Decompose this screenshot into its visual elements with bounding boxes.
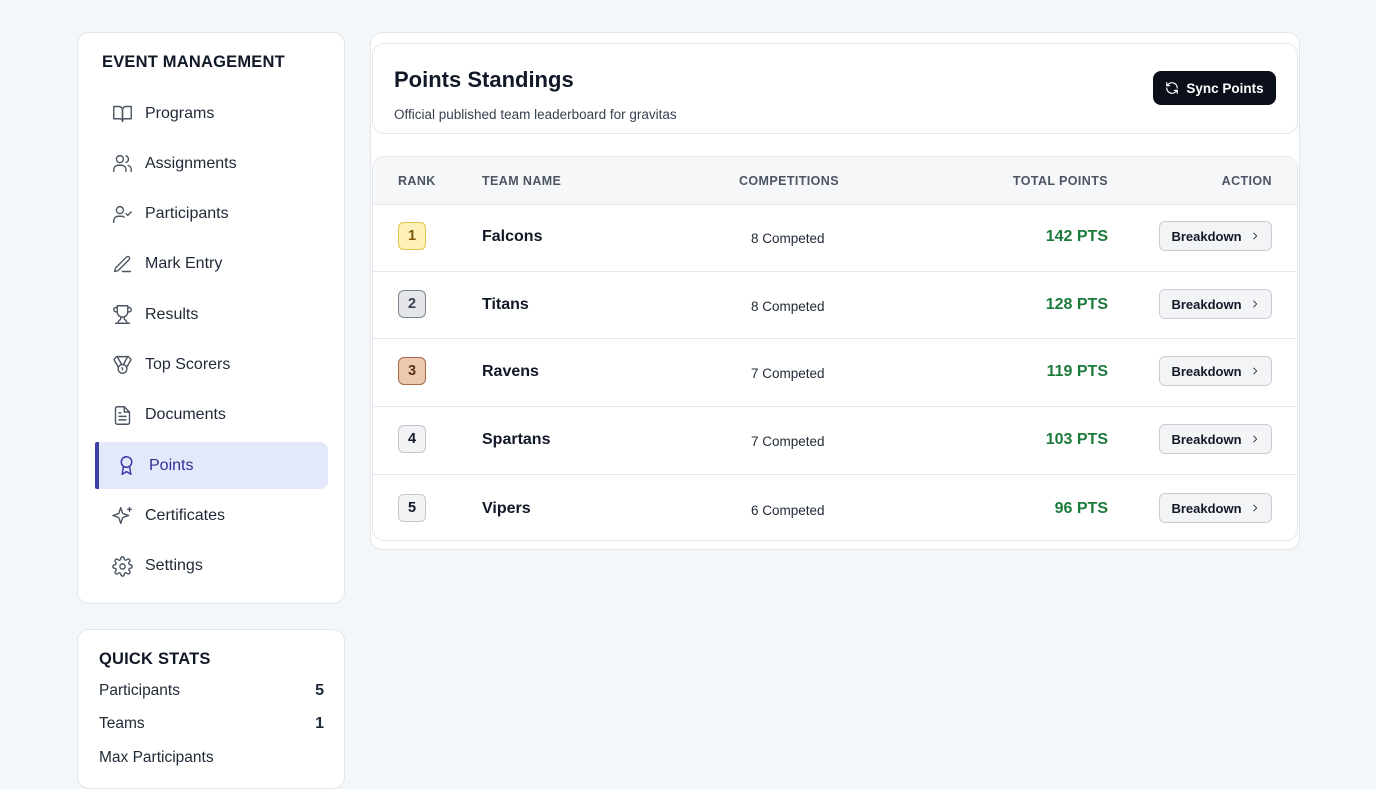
- users-icon: [111, 153, 133, 175]
- team-name: Spartans: [482, 431, 551, 448]
- stat-row-participants: Participants 5: [99, 682, 324, 700]
- table-row: 5 Vipers 6 Competed 96 PTS Breakdown: [373, 474, 1297, 540]
- sidebar-item-label: Participants: [145, 205, 229, 223]
- column-header-action: ACTION: [1221, 174, 1272, 188]
- rank-badge: 3: [398, 357, 426, 385]
- table-row: 4 Spartans 7 Competed 103 PTS Breakdown: [373, 406, 1297, 475]
- breakdown-button[interactable]: Breakdown: [1159, 289, 1272, 319]
- sidebar-title: EVENT MANAGEMENT: [102, 53, 285, 71]
- sidebar-item-programs[interactable]: Programs: [95, 90, 328, 137]
- sidebar-item-assignments[interactable]: Assignments: [95, 140, 328, 187]
- column-header-total-points: TOTAL POINTS: [1012, 174, 1108, 188]
- competitions-count: 7 Competed: [751, 366, 825, 381]
- sidebar-item-label: Programs: [145, 104, 215, 122]
- chevron-right-icon: [1252, 367, 1257, 375]
- breakdown-button[interactable]: Breakdown: [1159, 424, 1272, 454]
- sidebar-item-results[interactable]: Results: [95, 291, 328, 338]
- pencil-icon: [111, 253, 133, 275]
- table-header: RANK TEAM NAME COMPETITIONS TOTAL POINTS…: [373, 157, 1297, 205]
- rank-badge: 2: [398, 290, 426, 318]
- chevron-right-icon: [1252, 300, 1257, 308]
- breakdown-label: Breakdown: [1171, 500, 1242, 516]
- rank-badge: 1: [398, 222, 426, 250]
- sidebar-item-documents[interactable]: Documents: [95, 392, 328, 439]
- breakdown-label: Breakdown: [1171, 363, 1242, 379]
- sidebar-item-label: Results: [145, 305, 199, 323]
- standings-table: RANK TEAM NAME COMPETITIONS TOTAL POINTS…: [372, 156, 1298, 541]
- sidebar-item-label: Documents: [145, 406, 226, 424]
- page-subtitle: Official published team leaderboard for …: [394, 107, 677, 122]
- team-name: Ravens: [482, 363, 539, 380]
- column-header-rank: RANK: [398, 174, 436, 188]
- breakdown-button[interactable]: Breakdown: [1159, 493, 1272, 523]
- breakdown-label: Breakdown: [1171, 431, 1242, 447]
- trophy-icon: [111, 304, 133, 326]
- team-name: Titans: [482, 296, 529, 313]
- competitions-count: 7 Competed: [751, 434, 825, 449]
- breakdown-label: Breakdown: [1171, 296, 1242, 312]
- column-header-team: TEAM NAME: [482, 174, 562, 188]
- award-icon: [115, 455, 137, 477]
- total-points: 96 PTS: [1054, 500, 1108, 517]
- stat-label: Max Participants: [99, 749, 214, 766]
- stat-label: Participants: [99, 682, 180, 699]
- team-name: Falcons: [482, 228, 543, 245]
- chevron-right-icon: [1252, 504, 1257, 512]
- stat-row-max-participants: Max Participants: [99, 749, 324, 767]
- sync-points-label: Sync Points: [1186, 80, 1264, 96]
- sidebar-item-points[interactable]: Points: [95, 442, 328, 490]
- quick-stats-panel: QUICK STATS Participants 5 Teams 1 Max P…: [77, 629, 345, 789]
- gear-icon: [111, 555, 133, 577]
- file-text-icon: [111, 404, 133, 426]
- sidebar-item-top-scorers[interactable]: Top Scorers: [95, 341, 328, 388]
- competitions-count: 6 Competed: [751, 503, 825, 518]
- chevron-right-icon: [1252, 232, 1257, 240]
- sidebar-item-label: Top Scorers: [145, 355, 231, 373]
- competitions-count: 8 Competed: [751, 231, 825, 246]
- total-points: 103 PTS: [1045, 431, 1108, 448]
- sparkles-icon: [111, 505, 133, 527]
- user-check-icon: [111, 203, 133, 225]
- breakdown-button[interactable]: Breakdown: [1159, 221, 1272, 251]
- sidebar-item-label: Points: [149, 456, 194, 474]
- sidebar-item-participants[interactable]: Participants: [95, 191, 328, 238]
- standings-header: Points Standings Official published team…: [372, 43, 1298, 134]
- rank-badge: 5: [398, 494, 426, 522]
- rank-badge: 4: [398, 425, 426, 453]
- refresh-icon: [1166, 82, 1179, 94]
- breakdown-label: Breakdown: [1171, 228, 1242, 244]
- sidebar-nav: Programs Assignments Participants Mark E…: [95, 90, 328, 593]
- page-title: Points Standings: [394, 67, 574, 92]
- sidebar-item-label: Certificates: [145, 506, 226, 524]
- sidebar-item-mark-entry[interactable]: Mark Entry: [95, 241, 328, 288]
- stat-label: Teams: [99, 715, 145, 732]
- stat-row-teams: Teams 1: [99, 715, 324, 733]
- table-row: 3 Ravens 7 Competed 119 PTS Breakdown: [373, 338, 1297, 407]
- stat-value: 1: [315, 715, 324, 732]
- stat-value: 5: [315, 682, 324, 699]
- team-name: Vipers: [482, 500, 531, 517]
- sidebar-item-label: Assignments: [145, 154, 237, 172]
- sync-points-button[interactable]: Sync Points: [1153, 71, 1276, 105]
- column-header-competitions: COMPETITIONS: [739, 174, 839, 188]
- sidebar-item-settings[interactable]: Settings: [95, 543, 328, 590]
- table-row: 2 Titans 8 Competed 128 PTS Breakdown: [373, 271, 1297, 339]
- sidebar-item-label: Mark Entry: [145, 255, 223, 273]
- book-open-icon: [111, 103, 133, 125]
- total-points: 142 PTS: [1045, 228, 1108, 245]
- table-row: 1 Falcons 8 Competed 142 PTS Breakdown: [373, 204, 1297, 272]
- total-points: 128 PTS: [1045, 296, 1108, 313]
- main-panel: Points Standings Official published team…: [370, 32, 1300, 550]
- competitions-count: 8 Competed: [751, 299, 825, 314]
- quick-stats-title: QUICK STATS: [99, 650, 211, 668]
- sidebar: EVENT MANAGEMENT Programs Assignments Pa…: [77, 32, 345, 604]
- breakdown-button[interactable]: Breakdown: [1159, 356, 1272, 386]
- medal-icon: [111, 354, 133, 376]
- total-points: 119 PTS: [1046, 363, 1108, 380]
- sidebar-item-certificates[interactable]: Certificates: [95, 492, 328, 539]
- sidebar-item-label: Settings: [145, 557, 203, 575]
- chevron-right-icon: [1252, 435, 1257, 443]
